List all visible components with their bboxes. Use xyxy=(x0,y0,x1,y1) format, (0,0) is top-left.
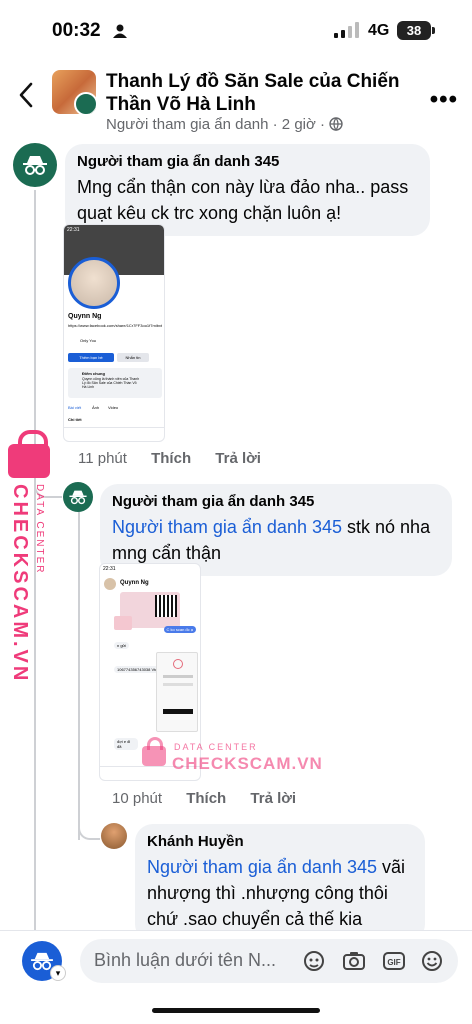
comment-image[interactable]: 22:31 Quynn Ng https://www.facebook.com/… xyxy=(63,224,165,442)
comment-bubble: Người tham gia ẩn danh 345 Mng cẩn thận … xyxy=(65,144,430,236)
comment-author[interactable]: Khánh Huyền xyxy=(147,832,413,852)
globe-icon xyxy=(329,117,343,132)
home-indicator xyxy=(152,1008,320,1013)
receipt-line xyxy=(163,675,193,678)
watermark-line1: DATA CENTER xyxy=(174,742,258,752)
watermark-line2: CHECKSCAM.VN xyxy=(9,484,31,684)
message-button: Nhắn tin xyxy=(117,353,149,362)
tab-videos: Video xyxy=(108,405,119,410)
comment-time: 10 phút xyxy=(112,790,163,807)
chat-msg: n gửi xyxy=(114,642,130,649)
add-friend-button: Thêm bạn bè xyxy=(68,353,114,362)
comment-input[interactable]: Bình luận dưới tên N... GIF xyxy=(80,939,458,983)
comment-placeholder: Bình luận dưới tên N... xyxy=(94,950,276,970)
common-text: Quynn cũng là thành viên của Thanh Lý đồ… xyxy=(82,377,140,389)
camera-icon[interactable] xyxy=(342,949,366,973)
profile-name: Quynn Ng xyxy=(68,313,102,320)
details-label: Chi tiết xyxy=(68,417,82,422)
anonymous-avatar[interactable] xyxy=(63,482,93,512)
thread-line-branch xyxy=(78,818,100,840)
watermark-line2: CHECKSCAM.VN xyxy=(172,754,323,773)
incognito-icon xyxy=(69,490,87,505)
mention-link[interactable]: Người tham gia ẩn danh 345 xyxy=(147,857,377,877)
network-label: 4G xyxy=(368,22,390,39)
comment-text: Người tham gia ẩn danh 345 vãi nhượng th… xyxy=(147,854,413,932)
watermark-line1: DATA CENTER xyxy=(34,484,45,575)
comment-text: Mng cẩn thận con này lừa đảo nha.. pass … xyxy=(77,177,409,223)
chat-header: 22:31 xyxy=(103,566,116,572)
bank-receipt xyxy=(156,652,198,732)
comment-time: 11 phút xyxy=(78,450,127,467)
reply-button[interactable]: Trả lời xyxy=(215,450,261,467)
tab-photos: Ảnh xyxy=(92,405,100,410)
lock-icon xyxy=(142,737,166,766)
music-label: Only You xyxy=(80,338,97,343)
common-title: Điểm chung xyxy=(82,371,105,376)
signal-icon xyxy=(334,22,359,38)
status-time: 00:32 xyxy=(52,20,101,41)
emoji-icon[interactable] xyxy=(420,949,444,973)
chat-avatar xyxy=(104,578,116,590)
comment-author[interactable]: Người tham gia ẩn danh 345 xyxy=(112,492,440,512)
fb-nav-bar xyxy=(64,427,164,441)
profile-link: https://www.facebook.com/share/1Cr7FF3oo… xyxy=(68,323,162,328)
incognito-icon xyxy=(23,156,47,175)
watermark-logo: DATA CENTER CHECKSCAM.VN xyxy=(140,737,322,778)
receipt-logo-icon xyxy=(173,659,183,669)
mention-link[interactable]: Người tham gia ẩn danh 345 xyxy=(112,517,342,537)
back-icon[interactable] xyxy=(14,78,40,112)
anonymous-badge-icon xyxy=(74,92,96,114)
post-header: Thanh Lý đồ Săn Sale của Chiến Thần Võ H… xyxy=(0,62,472,142)
receipt-redacted xyxy=(163,709,193,714)
receipt-line xyxy=(163,683,193,686)
chat-image xyxy=(114,616,132,630)
person-icon xyxy=(113,24,127,38)
comment-actions: 11 phút Thích Trả lời xyxy=(78,450,281,467)
watermark-logo: DATA CENTER CHECKSCAM.VN xyxy=(4,430,50,683)
comment-author[interactable]: Người tham gia ẩn danh 345 xyxy=(77,152,418,172)
post-meta: Người tham gia ẩn danh · 2 giờ · xyxy=(106,116,343,133)
lock-icon xyxy=(8,430,50,478)
svg-text:GIF: GIF xyxy=(387,958,400,967)
tab-posts: Bài viết xyxy=(68,405,82,410)
post-meta-text: Người tham gia ẩn danh · 2 giờ · xyxy=(106,116,325,133)
qr-code-icon xyxy=(155,595,177,617)
reply-bubble: Khánh Huyền Người tham gia ẩn danh 345 v… xyxy=(135,824,425,942)
like-button[interactable]: Thích xyxy=(186,790,226,807)
thread-line xyxy=(78,510,80,840)
battery-cap xyxy=(432,27,435,34)
gif-icon[interactable]: GIF xyxy=(382,949,406,973)
common-card: Điểm chung Quynn cũng là thành viên của … xyxy=(68,368,162,398)
more-options-button[interactable]: ••• xyxy=(430,86,458,114)
chat-name: Quynn Ng xyxy=(120,580,149,586)
chat-msg: C ko scan đc ạ xyxy=(163,626,196,633)
user-avatar[interactable] xyxy=(101,823,127,849)
anonymous-avatar[interactable] xyxy=(13,143,57,187)
avatar-sticker-icon[interactable] xyxy=(302,949,326,973)
group-avatar[interactable] xyxy=(52,70,96,114)
group-title[interactable]: Thanh Lý đồ Săn Sale của Chiến Thần Võ H… xyxy=(106,70,406,116)
reply-button[interactable]: Trả lời xyxy=(250,790,296,807)
chat-msg: đợi e đi đã xyxy=(114,738,138,750)
chevron-down-icon[interactable]: ▾ xyxy=(50,965,66,981)
status-bar: 00:32 4G 38 xyxy=(0,0,472,60)
comment-text: Người tham gia ẩn danh 345 stk nó nha mn… xyxy=(112,514,440,566)
comment-actions: 10 phút Thích Trả lời xyxy=(112,790,316,807)
battery-icon: 38 xyxy=(397,21,431,40)
profile-picture xyxy=(68,257,120,309)
like-button[interactable]: Thích xyxy=(151,450,191,467)
